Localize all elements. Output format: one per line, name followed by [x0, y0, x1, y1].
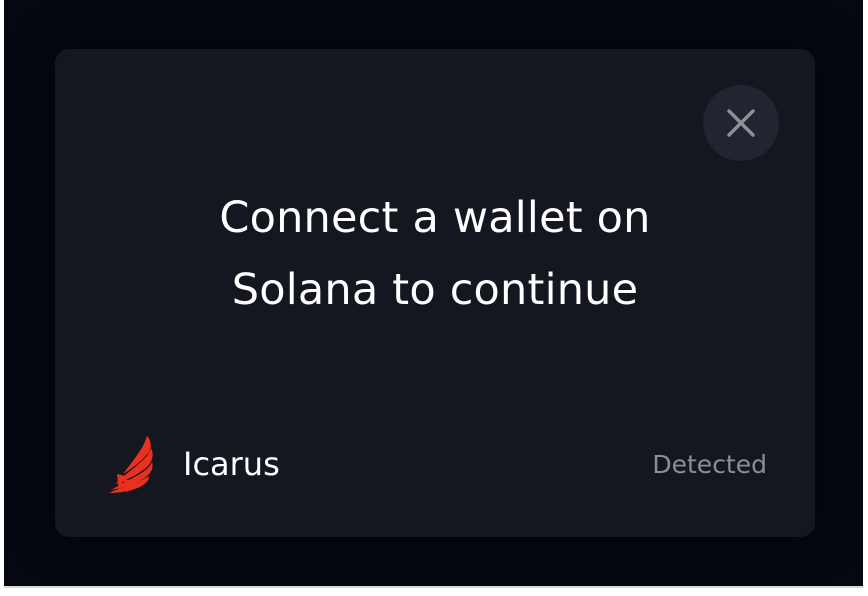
connect-wallet-modal: Connect a wallet on Solana to continue I…	[55, 49, 815, 537]
modal-title-line-1: Connect a wallet on	[219, 193, 651, 243]
wing-icon	[109, 436, 153, 493]
wallet-status-badge: Detected	[652, 450, 767, 479]
app-backdrop: Connect a wallet on Solana to continue I…	[4, 0, 863, 588]
wallet-option-icarus[interactable]: Icarus Detected	[85, 427, 785, 501]
wallet-name: Icarus	[183, 445, 280, 483]
modal-title-line-2: Solana to continue	[231, 265, 639, 315]
close-icon	[727, 109, 755, 137]
close-button[interactable]	[703, 85, 779, 161]
modal-title: Connect a wallet on Solana to continue	[55, 182, 815, 326]
